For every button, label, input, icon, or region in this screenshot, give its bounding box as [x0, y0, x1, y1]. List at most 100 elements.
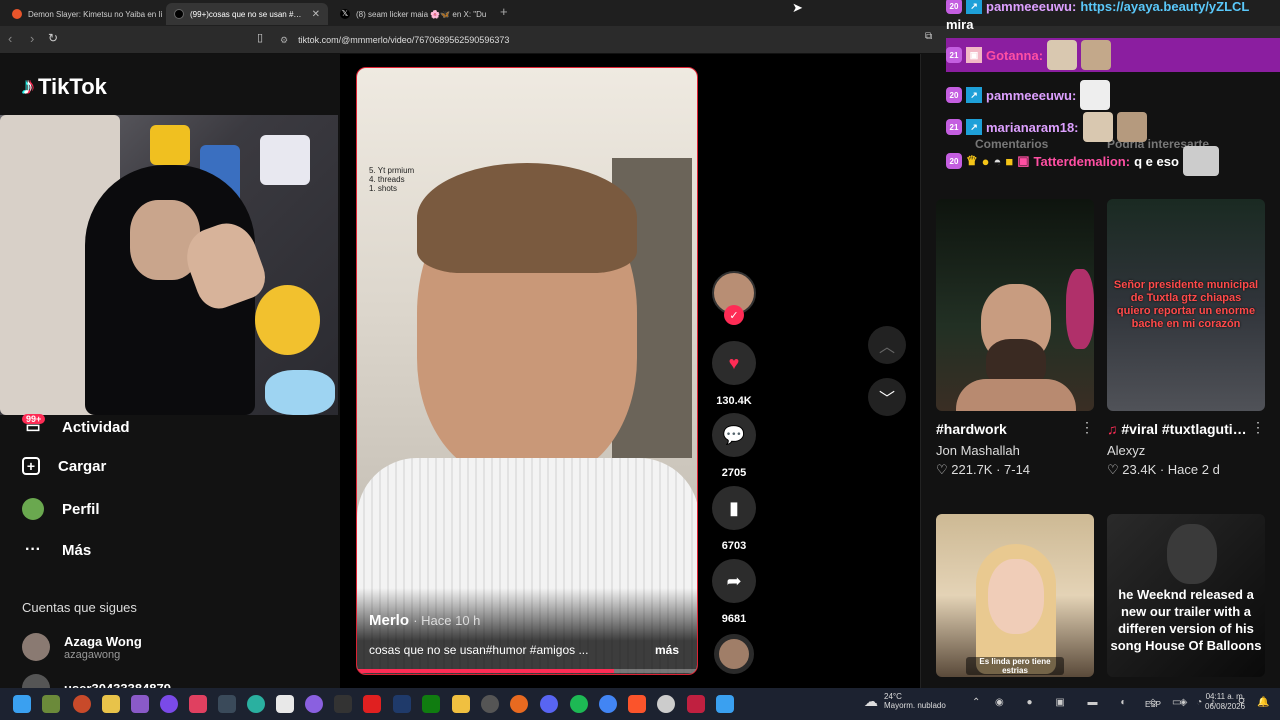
weather-widget[interactable]: ☁ 24°C Mayorm. nublado	[864, 692, 946, 710]
app-icon[interactable]	[481, 695, 499, 713]
spotify-icon[interactable]	[570, 695, 588, 713]
clock-time: 04:11 a. m.	[1205, 692, 1246, 701]
overlay-line: 5. Yt prmium	[369, 166, 415, 175]
chat-text: mira	[946, 17, 974, 32]
comment-icon[interactable]: 💬	[712, 413, 756, 457]
cat-emote-icon	[1047, 40, 1078, 70]
cat-emote-icon	[1082, 112, 1113, 142]
suggested-video-card[interactable]: #hardwork Jon Mashallah ♡ 221.7K · 7-14 …	[936, 199, 1094, 478]
video-player[interactable]: 5. Yt prmium 4. threads 1. shots Merlo ·…	[356, 67, 698, 675]
browser-tab-tiktok[interactable]: (99+)cosas que no se usan #humor ✕	[166, 3, 328, 25]
card-title[interactable]: #hardwork	[936, 421, 1076, 437]
browser-tab-x[interactable]: 𝕏 (8) seam licker maia 🌸🦋 en X: "Du	[332, 3, 494, 25]
tiktok-favicon-icon	[174, 9, 184, 19]
share-arrow-icon[interactable]: ➦	[712, 559, 756, 603]
cat-emote-icon	[1081, 40, 1112, 70]
network-volume-icons[interactable]: ▭ ◔	[1172, 697, 1208, 708]
system-clock[interactable]: 04:11 a. m. 06/08/2026	[1205, 692, 1245, 712]
thumb-face	[988, 559, 1044, 634]
card-stats: ♡ 221.7K · 7-14	[936, 462, 1031, 477]
clock-date: 06/08/2026	[1205, 702, 1246, 711]
bookmark-icon[interactable]: ▮	[712, 486, 756, 530]
chat-user: pammeeeuwu:	[986, 87, 1077, 103]
app-icon[interactable]	[160, 695, 178, 713]
video-person-hair	[417, 163, 637, 273]
chat-user: marianaram18:	[986, 119, 1079, 135]
video-author[interactable]: Merlo · Hace 10 h	[369, 612, 480, 629]
new-tab-button[interactable]: +	[500, 4, 508, 19]
obs-icon[interactable]	[305, 695, 323, 713]
video-thumbnail[interactable]: Es linda pero tiene estrias	[936, 514, 1094, 677]
share-action[interactable]: ➦ 9681	[712, 559, 756, 625]
like-action[interactable]: ♥ 130.4K	[712, 341, 756, 407]
app-icon[interactable]	[73, 695, 91, 713]
cat-emote-icon	[1080, 80, 1111, 110]
chrome-icon[interactable]	[599, 695, 617, 713]
keyboard-language[interactable]: ESP	[1145, 700, 1161, 709]
tray-chevron-up-icon[interactable]: ⌃	[972, 697, 980, 708]
brave-icon[interactable]	[628, 695, 646, 713]
following-account[interactable]: Azaga Wong azagawong	[22, 633, 142, 661]
video-thumbnail[interactable]: he Weeknd released a new our trailer wit…	[1107, 514, 1265, 677]
app-icon[interactable]	[189, 695, 207, 713]
video-thumbnail[interactable]: Señor presidente municipal de Tuxtla gtz…	[1107, 199, 1265, 411]
tiktok-logo[interactable]: ♪ TikTok	[22, 73, 107, 101]
suggested-video-card[interactable]: he Weeknd released a new our trailer wit…	[1107, 514, 1265, 677]
suggested-video-card[interactable]: Es linda pero tiene estrias	[936, 514, 1094, 677]
stream-chat-overlay: 20 ↗ pammeeeuwu: https://ayaya.beauty/yZ…	[946, 0, 1280, 176]
app-icon[interactable]	[363, 695, 381, 713]
windows-start-icon[interactable]	[13, 695, 31, 713]
app-icon[interactable]	[247, 695, 265, 713]
discord-icon[interactable]	[540, 695, 558, 713]
save-count: 6703	[721, 540, 747, 552]
app-icon[interactable]	[657, 695, 675, 713]
card-author[interactable]: Alexyz	[1107, 443, 1265, 458]
following-check-icon[interactable]: ✓	[724, 305, 744, 325]
nav-cargar[interactable]: + Cargar	[22, 457, 106, 475]
browser-tab-demon-slayer[interactable]: Demon Slayer: Kimetsu no Yaiba en línea	[4, 3, 162, 25]
next-video-chevron-down-icon[interactable]: ﹀	[868, 378, 906, 416]
app-icon[interactable]	[334, 695, 352, 713]
sub-badge: 20	[946, 87, 962, 103]
xbox-icon[interactable]	[422, 695, 440, 713]
card-title[interactable]: ♫ #viral #tuxtlagutierrez #f...	[1107, 421, 1247, 437]
cube-badge-icon: ■	[1005, 153, 1014, 169]
reload-icon[interactable]: ↻	[48, 31, 58, 45]
app-icon[interactable]	[42, 695, 60, 713]
more-options-icon[interactable]: ⋮	[1251, 419, 1265, 436]
author-name[interactable]: Merlo	[369, 612, 409, 629]
twitch-icon[interactable]	[131, 695, 149, 713]
app-icon[interactable]	[276, 695, 294, 713]
app-icon[interactable]	[716, 695, 734, 713]
sub-badge: 20	[946, 0, 962, 14]
crown-badge-icon: ♛	[966, 153, 978, 168]
notification-bell-icon[interactable]: 🔔	[1257, 697, 1269, 708]
forward-arrow-icon[interactable]: ›	[30, 31, 34, 46]
nav-mas[interactable]: ··· Más	[22, 539, 91, 561]
app-icon[interactable]	[102, 695, 120, 713]
music-disc-avatar[interactable]	[714, 634, 754, 674]
more-options-icon[interactable]: ⋮	[1080, 419, 1094, 436]
plus-square-icon: +	[22, 457, 40, 475]
app-icon[interactable]	[687, 695, 705, 713]
folder-icon[interactable]	[452, 695, 470, 713]
address-bar[interactable]: ⚙ tiktok.com/@mmmerlo/video/767068956259…	[270, 30, 940, 50]
app-icon[interactable]	[218, 695, 236, 713]
suggested-video-card[interactable]: Señor presidente municipal de Tuxtla gtz…	[1107, 199, 1265, 478]
site-info-icon[interactable]: ⚙	[280, 35, 288, 46]
bookmark-icon[interactable]: ▯	[257, 31, 263, 44]
heart-icon[interactable]: ♥	[712, 341, 756, 385]
chat-user: pammeeeuwu:	[986, 0, 1077, 14]
previous-video-chevron-up-icon[interactable]: ︿	[868, 326, 906, 364]
close-tab-icon[interactable]: ✕	[312, 9, 320, 20]
comment-action[interactable]: 💬 2705	[712, 413, 756, 479]
firefox-icon[interactable]	[510, 695, 528, 713]
back-arrow-icon[interactable]: ‹	[8, 31, 12, 46]
card-author[interactable]: Jon Mashallah	[936, 443, 1094, 458]
nav-perfil[interactable]: Perfil	[22, 498, 100, 520]
save-action[interactable]: ▮ 6703	[712, 486, 756, 552]
caption-more-link[interactable]: más	[655, 643, 679, 657]
photoshop-icon[interactable]	[393, 695, 411, 713]
nav-actividad[interactable]: ▭ Actividad	[22, 416, 129, 438]
video-thumbnail[interactable]	[936, 199, 1094, 411]
